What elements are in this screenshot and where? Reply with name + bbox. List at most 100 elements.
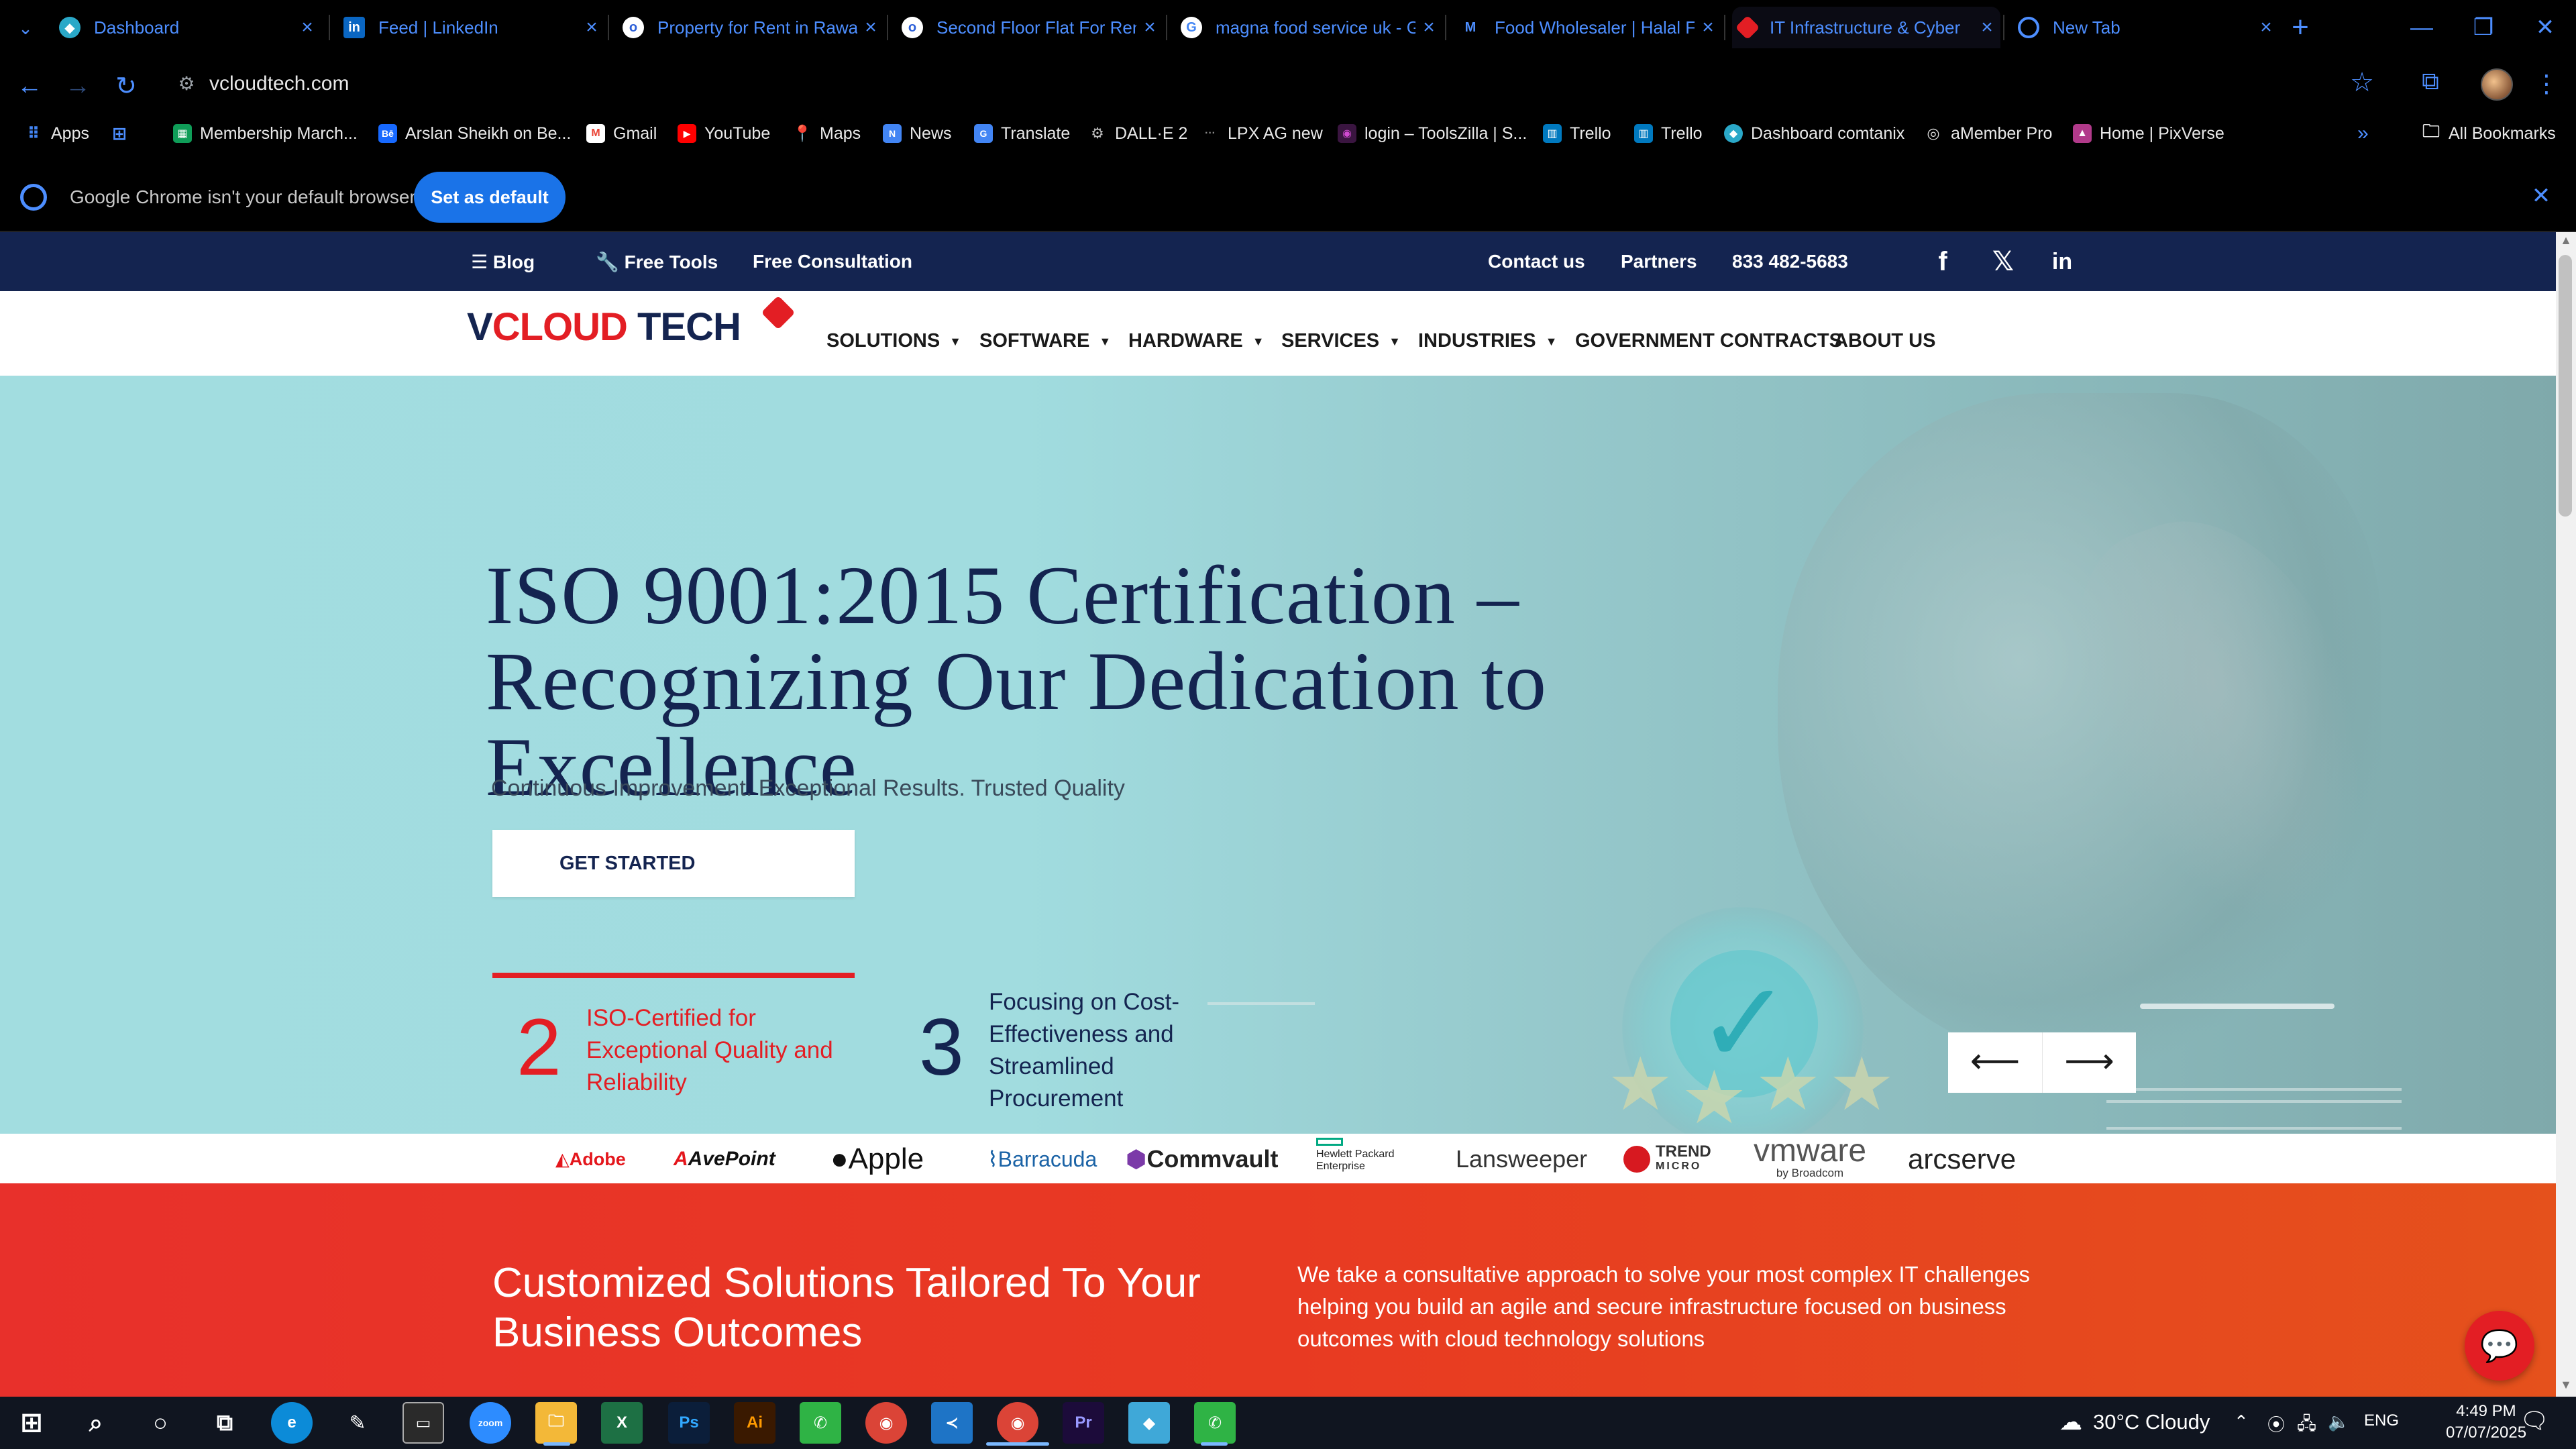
close-icon[interactable]: × [1695,16,1721,39]
infobar-close-icon[interactable]: ✕ [2528,182,2555,209]
nav-industries[interactable]: INDUSTRIES ▼ [1418,330,1557,352]
linkedin-icon[interactable]: in [2046,246,2078,278]
brand-hpe[interactable]: Hewlett Packard Enterprise [1316,1138,1395,1178]
back-arrow-icon[interactable]: ← [13,70,46,102]
terminal-icon[interactable]: ▭ [402,1402,444,1444]
bookmark-apps[interactable]: ⠿ Apps [24,119,89,148]
bookmark-dalle[interactable]: ⚙ DALL·E 2 [1088,119,1187,148]
nav-about-us[interactable]: ABOUT US [1834,330,1935,352]
minimize-icon[interactable]: — [2391,0,2453,55]
nav-hardware[interactable]: HARDWARE ▼ [1128,330,1265,352]
new-tab-plus-icon[interactable]: + [2284,11,2317,44]
nav-services[interactable]: SERVICES ▼ [1281,330,1401,352]
language-indicator[interactable]: ENG [2364,1411,2399,1430]
bookmark-pixverse[interactable]: ▲ Home | PixVerse [2073,119,2224,148]
illustrator-icon[interactable]: Ai [734,1402,775,1444]
contact-us-link[interactable]: Contact us [1488,251,1585,272]
bookmark-trello-1[interactable]: ▥ Trello [1543,119,1611,148]
close-icon[interactable]: × [1415,16,1442,39]
chrome-active-icon[interactable]: ◉ [997,1402,1038,1444]
bookmark-membership[interactable]: ▦ Membership March... [173,119,358,148]
bookmark-gmail[interactable]: M Gmail [586,119,657,148]
search-icon[interactable]: ⌕ [75,1402,117,1444]
scroll-up-arrow-icon[interactable]: ▲ [2557,233,2575,251]
live-chat-icon[interactable]: 💬 [2465,1311,2534,1381]
tab-new-tab[interactable]: New Tab × [2011,7,2279,48]
windows-start-icon[interactable]: ⊞ [11,1402,52,1444]
slider-prev-arrow-icon[interactable]: ⟵ [1948,1032,2042,1093]
brand-commvault[interactable]: ⬢ Commvault [1126,1139,1278,1179]
photoshop-icon[interactable]: Ps [668,1402,710,1444]
close-icon[interactable]: × [1136,16,1163,39]
weather-widget[interactable]: ☁ 30°C Cloudy [2059,1409,2210,1436]
whatsapp-like-icon[interactable]: ✆ [800,1402,841,1444]
whatsapp-like-icon[interactable]: ✆ [1194,1402,1236,1444]
brand-avepoint[interactable]: A AvePoint [674,1139,775,1179]
vscode-icon[interactable]: ≺ [931,1402,973,1444]
blog-link[interactable]: ☰ Blog [471,251,535,273]
excel-icon[interactable]: X [601,1402,643,1444]
address-bar[interactable] [164,64,2398,107]
bookmark-trello-2[interactable]: ▥ Trello [1634,119,1703,148]
brand-lansweeper[interactable]: Lansweeper [1456,1139,1587,1179]
tab-it-infrastructure-active[interactable]: IT Infrastructure & Cyber × [1732,7,2000,48]
brand-adobe[interactable]: ◭ Adobe [555,1139,626,1179]
profile-avatar[interactable] [2481,68,2513,101]
close-icon[interactable]: × [857,16,884,39]
scroll-down-arrow-icon[interactable]: ▼ [2557,1378,2575,1395]
bookmark-grid[interactable]: ⊞ [110,119,137,148]
close-icon[interactable]: × [294,16,321,39]
task-view-icon[interactable]: ⧉ [204,1402,246,1444]
tab-linkedin[interactable]: in Feed | LinkedIn × [337,7,605,48]
x-twitter-icon[interactable]: 𝕏 [1987,246,2019,278]
network-icon[interactable]: 🖧 [2297,1411,2316,1441]
zoom-icon[interactable]: zoom [470,1402,511,1444]
edge-icon[interactable]: e [271,1402,313,1444]
bookmark-news[interactable]: N News [883,119,952,148]
tab-food-wholesaler[interactable]: M Food Wholesaler | Halal F × [1453,7,1721,48]
partners-link[interactable]: Partners [1621,251,1697,272]
bookmark-lpx[interactable]: ··· LPX AG new [1201,119,1323,148]
forward-arrow-icon[interactable]: → [62,70,94,102]
nav-solutions[interactable]: SOLUTIONS ▼ [826,330,961,352]
bookmark-translate[interactable]: G Translate [974,119,1070,148]
tab-dashboard[interactable]: ◆ Dashboard × [52,7,321,48]
nav-software[interactable]: SOFTWARE ▼ [979,330,1111,352]
tab-property-rent[interactable]: o Property for Rent in Rawa × [616,7,884,48]
close-icon[interactable]: × [578,16,605,39]
bookmark-maps[interactable]: 📍 Maps [792,119,861,148]
brand-vmware[interactable]: vmware by Broadcom [1754,1135,1866,1179]
app-diamond-icon[interactable]: ◆ [1128,1402,1170,1444]
get-started-button[interactable]: GET STARTED [492,830,855,897]
facebook-icon[interactable]: f [1927,246,1959,278]
free-tools-link[interactable]: 🔧 Free Tools [596,251,718,273]
bookmark-star-icon[interactable]: ☆ [2345,67,2379,101]
reload-icon[interactable]: ↻ [110,70,142,102]
slider-next-arrow-icon[interactable]: ⟶ [2042,1032,2136,1093]
vcloud-tech-logo[interactable]: VCLOUD TECH [467,305,741,358]
chrome-icon[interactable]: ◉ [865,1402,907,1444]
clock-time[interactable]: 4:49 PM [2446,1402,2526,1421]
free-consultation-link[interactable]: Free Consultation [753,251,912,272]
brand-barracuda[interactable]: ⌇ Barracuda [987,1139,1097,1179]
premiere-icon[interactable]: Pr [1063,1402,1104,1444]
nav-government-contracts[interactable]: GOVERNMENT CONTRACTS [1575,330,1842,352]
close-icon[interactable]: × [1974,16,2000,39]
window-close-icon[interactable]: ✕ [2514,0,2576,55]
volume-icon[interactable]: 🔈 [2328,1411,2349,1432]
tab-second-floor-flat[interactable]: o Second Floor Flat For Ren × [895,7,1163,48]
extensions-puzzle-icon[interactable]: ⧉ [2414,67,2447,101]
bookmark-amember[interactable]: ◎ aMember Pro [1924,119,2052,148]
webcam-icon[interactable]: ⦿ [2267,1411,2285,1436]
close-icon[interactable]: × [2253,16,2279,39]
brand-trend-micro[interactable]: TREND MICRO [1623,1139,1711,1179]
tray-overflow-icon[interactable]: ⌃ [2234,1411,2249,1432]
brand-arcserve[interactable]: arcserve [1908,1139,2016,1179]
all-bookmarks-folder[interactable]: 🗀 All Bookmarks [2422,119,2556,148]
bookmarks-overflow-icon[interactable]: » [2357,119,2369,148]
bookmark-dashboard-comtanix[interactable]: ◆ Dashboard comtanix [1724,119,1904,148]
bookmark-youtube[interactable]: ▶ YouTube [678,119,770,148]
cortana-icon[interactable]: ○ [140,1402,181,1444]
restore-icon[interactable]: ❐ [2453,0,2514,55]
scrollbar-thumb[interactable] [2559,255,2572,517]
